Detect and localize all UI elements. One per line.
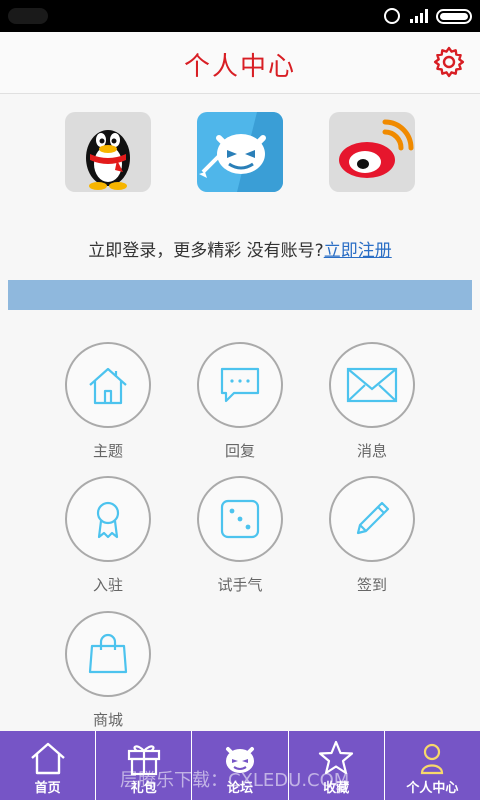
grid-item-topics[interactable]: 主题 <box>63 342 153 460</box>
banner <box>8 280 472 310</box>
register-link[interactable]: 立即注册 <box>324 241 392 261</box>
cartoon-mascot-icon <box>199 112 283 192</box>
shopping-bag-icon <box>88 633 128 674</box>
pencil-icon <box>356 501 390 535</box>
page-title: 个人中心 <box>183 52 296 82</box>
grid-icon-circle <box>197 476 283 562</box>
grid-item-settle[interactable]: 入驻 <box>63 476 153 594</box>
grid-icon-circle <box>65 342 151 428</box>
grid-item-luck[interactable]: 试手气 <box>195 476 285 594</box>
grid-icon-circle <box>65 476 151 562</box>
gear-icon[interactable] <box>432 45 466 79</box>
grid-label: 试手气 <box>217 576 263 594</box>
login-prompt: 立即登录，更多精彩 没有账号?立即注册 <box>0 236 480 261</box>
home-icon <box>89 367 127 405</box>
weibo-login-button[interactable] <box>329 112 415 192</box>
grid-label: 签到 <box>356 576 387 594</box>
grid-item-mall[interactable]: 商城 <box>63 611 153 729</box>
envelope-icon <box>346 367 398 403</box>
battery-icon <box>436 9 472 24</box>
tab-home[interactable]: 首页 <box>0 731 97 800</box>
login-prompt-text: 立即登录，更多精彩 没有账号? <box>88 241 324 261</box>
tab-label: 个人中心 <box>406 781 459 796</box>
grid-label: 入驻 <box>92 576 123 594</box>
grid-label: 主题 <box>92 442 123 460</box>
qq-penguin-icon <box>86 130 130 190</box>
dice-icon <box>220 499 260 539</box>
chat-bubble-icon <box>220 367 260 403</box>
grid-icon-circle <box>329 476 415 562</box>
grid-icon-circle <box>65 611 151 697</box>
grid-icon-circle <box>329 342 415 428</box>
eye-icon <box>384 8 400 24</box>
grid-label: 回复 <box>224 442 255 460</box>
watermark: 层腾乐下载：CXLEDU.COM <box>120 770 350 791</box>
tab-profile[interactable]: 个人中心 <box>385 731 480 800</box>
status-bar <box>0 0 480 32</box>
login-providers <box>0 112 480 194</box>
status-left-blob <box>8 8 48 24</box>
grid-item-messages[interactable]: 消息 <box>327 342 417 460</box>
mascot-login-button[interactable] <box>197 112 283 192</box>
grid-item-replies[interactable]: 回复 <box>195 342 285 460</box>
grid-label: 消息 <box>356 442 387 460</box>
qq-login-button[interactable] <box>65 112 151 192</box>
grid-item-checkin[interactable]: 签到 <box>327 476 417 594</box>
person-icon <box>421 743 444 775</box>
header: 个人中心 <box>0 32 480 94</box>
home-icon <box>30 742 65 775</box>
signal-icon <box>410 9 428 23</box>
grid-label: 商城 <box>92 711 123 729</box>
award-ribbon-icon <box>96 501 120 539</box>
tab-label: 首页 <box>34 781 61 796</box>
grid-icon-circle <box>197 342 283 428</box>
weibo-icon <box>339 119 414 178</box>
